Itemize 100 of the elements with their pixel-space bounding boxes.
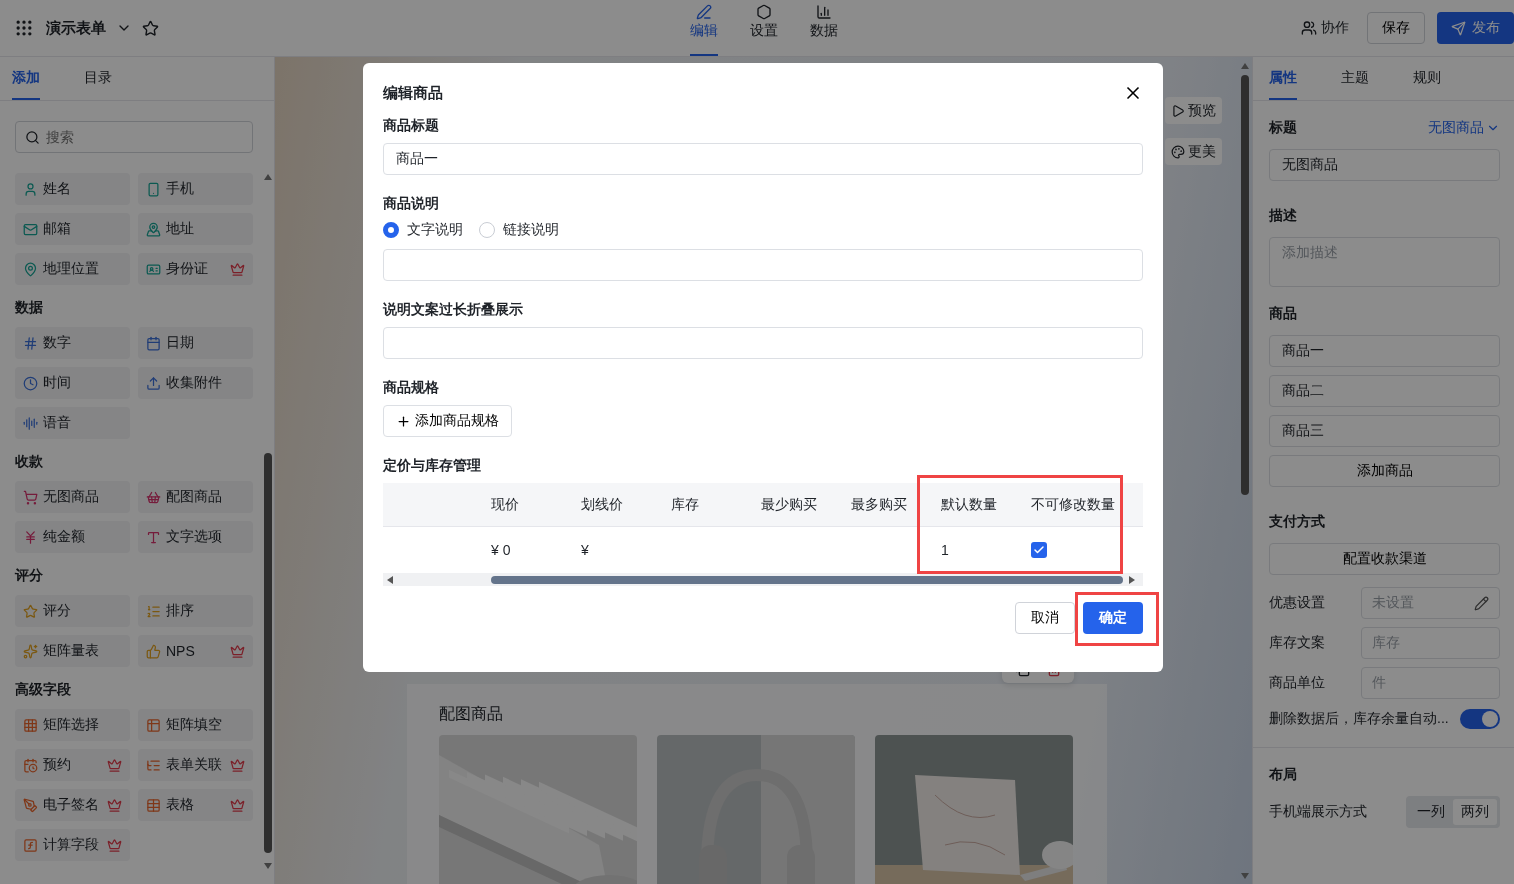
upload-icon — [146, 375, 161, 391]
setting-label: 优惠设置 — [1269, 594, 1326, 612]
add-product-button[interactable]: 添加商品 — [1269, 455, 1500, 487]
table-icon — [146, 717, 161, 733]
add-spec-button[interactable]: 添加商品规格 — [383, 405, 512, 437]
field-label: 商品规格 — [383, 379, 440, 397]
group-title: 数据 — [15, 299, 44, 317]
field-type-item[interactable]: 地理位置 — [15, 253, 130, 285]
collaborate-button[interactable]: 协作 — [1295, 15, 1355, 41]
segment-option[interactable]: 两列 — [1453, 799, 1497, 825]
cart-icon — [23, 489, 38, 505]
dialog-title: 编辑商品 — [383, 83, 443, 103]
field-type-item[interactable]: 评分 — [15, 595, 130, 627]
field-type-item[interactable]: 矩阵选择 — [15, 709, 130, 741]
group-title: 收款 — [15, 453, 44, 471]
field-label: 商品标题 — [383, 117, 440, 135]
panel-tab[interactable]: 规则 — [1413, 57, 1441, 100]
left-arrow-icon[interactable] — [387, 575, 393, 584]
setting-label: 库存文案 — [1269, 634, 1326, 652]
field-type-item[interactable]: 语音 — [15, 407, 130, 439]
product-field[interactable]: 商品三 — [1269, 415, 1500, 447]
product-field[interactable]: 商品二 — [1269, 375, 1500, 407]
field-type-item[interactable]: 纯金额 — [15, 521, 130, 553]
checkmark-icon — [1033, 544, 1045, 556]
radio-option[interactable]: 文字说明 — [383, 221, 463, 239]
field-type-item[interactable]: 计算字段 — [15, 829, 130, 861]
clock-icon — [23, 375, 38, 391]
checkbox[interactable] — [1031, 542, 1047, 558]
confirm-button[interactable]: 确定 — [1083, 602, 1143, 634]
payment-channel-button[interactable]: 配置收款渠道 — [1269, 543, 1500, 575]
table-icon — [146, 797, 161, 813]
field-type-item[interactable]: 矩阵填空 — [138, 709, 253, 741]
field-type-item[interactable]: 预约 — [15, 749, 130, 781]
horizontal-scrollbar[interactable] — [383, 573, 1143, 586]
users-icon — [1301, 20, 1317, 36]
toggle-switch[interactable] — [1460, 709, 1500, 729]
field-type-item[interactable]: 表单关联 — [138, 749, 253, 781]
list-tree-icon — [146, 757, 161, 773]
field-type-item[interactable]: 身份证 — [138, 253, 253, 285]
calendar-icon — [146, 335, 161, 351]
mode-tab[interactable]: 设置 — [750, 0, 778, 56]
field-type-item[interactable]: 手机 — [138, 173, 253, 205]
panel-tab[interactable]: 属性 — [1269, 57, 1297, 100]
type-dropdown[interactable]: 无图商品 — [1428, 119, 1500, 137]
field-type-item[interactable]: 收集附件 — [138, 367, 253, 399]
star-icon[interactable] — [142, 19, 159, 37]
sidebar-tab[interactable]: 添加 — [12, 57, 40, 100]
field-label: 商品说明 — [383, 195, 440, 213]
hash-icon — [23, 335, 38, 351]
panel-tab[interactable]: 主题 — [1341, 57, 1369, 100]
column-header: 不可修改数量 — [1015, 483, 1143, 527]
sidebar-tab[interactable]: 目录 — [84, 57, 112, 100]
input-field[interactable] — [383, 327, 1143, 359]
field-type-item[interactable]: 邮箱 — [15, 213, 130, 245]
field-type-item[interactable]: 地址 — [138, 213, 253, 245]
field-type-item[interactable]: 排序 — [138, 595, 253, 627]
mail-icon — [23, 221, 38, 237]
field-type-item[interactable]: 时间 — [15, 367, 130, 399]
field-type-item[interactable]: 数字 — [15, 327, 130, 359]
table-cell-text: 1 — [940, 541, 950, 560]
field-type-item[interactable]: NPS — [138, 635, 253, 667]
field-type-item[interactable]: 表格 — [138, 789, 253, 821]
sparkles-icon — [23, 643, 38, 659]
radio-option[interactable]: 链接说明 — [479, 221, 559, 239]
section-title: 商品 — [1269, 305, 1297, 323]
cancel-button[interactable]: 取消 — [1015, 602, 1075, 634]
field-label: 说明文案过长折叠展示 — [383, 301, 524, 319]
calendar-clock-icon — [23, 757, 38, 773]
field-type-item[interactable]: 无图商品 — [15, 481, 130, 513]
section-title: 布局 — [1269, 766, 1297, 784]
search-field[interactable]: 搜索 — [15, 121, 253, 153]
pencil-icon[interactable] — [1474, 595, 1489, 611]
play-icon — [1170, 103, 1185, 118]
input-field[interactable] — [383, 249, 1143, 281]
input-field[interactable]: 商品一 — [383, 143, 1143, 175]
map-pin-icon — [146, 221, 161, 237]
title-field[interactable]: 无图商品 — [1269, 149, 1500, 181]
field-type-item[interactable]: 电子签名 — [15, 789, 130, 821]
field-type-item[interactable]: 配图商品 — [138, 481, 253, 513]
field-type-item[interactable]: 日期 — [138, 327, 253, 359]
grid-icon — [23, 717, 38, 733]
send-icon — [1451, 20, 1466, 36]
product-card[interactable]: 配图商品 — [406, 684, 1107, 884]
beautify-button[interactable]: 更美 — [1164, 138, 1222, 165]
product-field[interactable]: 商品一 — [1269, 335, 1500, 367]
thumbs-up-icon — [146, 643, 161, 659]
preview-button[interactable]: 预览 — [1164, 97, 1222, 124]
save-button[interactable]: 保存 — [1367, 12, 1425, 44]
field-type-item[interactable]: 矩阵量表 — [15, 635, 130, 667]
search-icon — [25, 130, 40, 145]
publish-button[interactable]: 发布 — [1437, 12, 1514, 44]
field-type-item[interactable]: 姓名 — [15, 173, 130, 205]
apps-icon[interactable] — [14, 18, 34, 38]
mode-tab[interactable]: 数据 — [810, 0, 838, 56]
right-arrow-icon[interactable] — [1129, 575, 1135, 584]
basket-icon — [146, 489, 161, 505]
function-icon — [23, 837, 38, 853]
audio-wave-icon — [23, 415, 38, 431]
field-type-item[interactable]: 文字选项 — [138, 521, 253, 553]
column-header: 默认数量 — [925, 483, 1015, 527]
